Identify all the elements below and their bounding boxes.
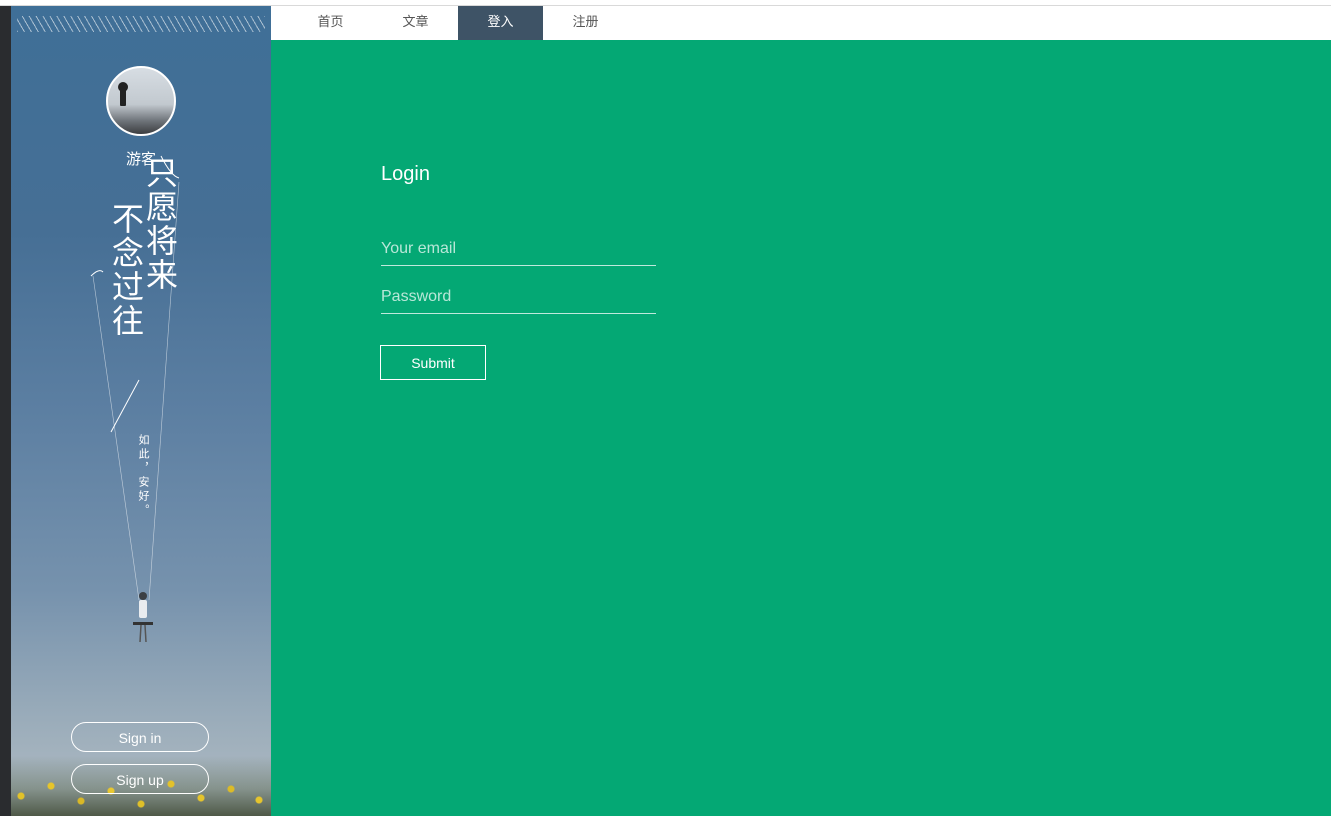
email-field[interactable] (381, 233, 656, 266)
calligraphy-stroke-long (110, 379, 140, 433)
swing-girl-illustration (133, 592, 153, 643)
nav-item-login[interactable]: 登入 (458, 6, 543, 40)
login-panel: Login Submit (271, 40, 1331, 816)
window-left-edge (0, 6, 11, 816)
poem-calligraphy-lines (90, 155, 180, 601)
nav-item-articles[interactable]: 文章 (373, 6, 458, 40)
password-field[interactable] (381, 281, 656, 314)
submit-button[interactable]: Submit (380, 345, 486, 380)
sidebar: 游客 不念过往 只愿将来 如此，安好。 Sign in Sign up (11, 6, 271, 816)
nav-item-home[interactable]: 首页 (288, 6, 373, 40)
nav-item-register[interactable]: 注册 (543, 6, 628, 40)
sign-up-button[interactable]: Sign up (71, 764, 209, 794)
poem-column-2: 只愿将来 (141, 156, 179, 292)
sign-in-button[interactable]: Sign in (71, 722, 209, 752)
top-navigation: 首页 文章 登入 注册 (271, 6, 1331, 40)
poem-column-1: 不念过往 (107, 202, 145, 338)
login-title: Login (381, 163, 430, 185)
poem-subtitle: 如此，安好。 (137, 434, 150, 518)
calligraphy-stroke-left (90, 270, 104, 277)
